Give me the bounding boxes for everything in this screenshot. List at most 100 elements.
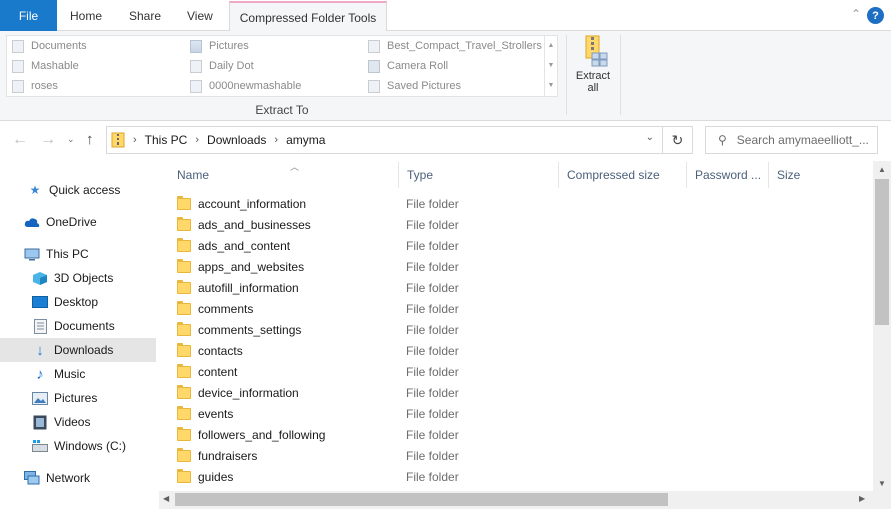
address-row: ← → ⌄ ↑ › This PC › Downloads › amyma ⌄ … (0, 121, 891, 161)
column-header-compressed-size[interactable]: Compressed size (559, 162, 687, 188)
nav-windows-c[interactable]: Windows (C:) (0, 434, 156, 458)
breadcrumb-separator-icon[interactable]: › (195, 134, 199, 146)
column-header-type[interactable]: Type (399, 162, 559, 188)
nav-onedrive[interactable]: OneDrive (0, 210, 156, 234)
gallery-down-arrow-icon[interactable]: ▼ (545, 56, 557, 76)
gallery-item-mashable[interactable]: Mashable (12, 56, 79, 76)
breadcrumb-separator-icon[interactable]: › (133, 134, 137, 146)
scrollbar-thumb[interactable] (175, 493, 668, 506)
tab-share[interactable]: Share (129, 0, 161, 31)
refresh-icon[interactable]: ↻ (662, 127, 692, 153)
nav-label: Quick access (49, 183, 121, 197)
gallery-item-pictures[interactable]: Pictures (190, 36, 249, 56)
scroll-left-arrow-icon[interactable]: ◀ (163, 494, 169, 503)
breadcrumb-separator-icon[interactable]: › (274, 134, 278, 146)
column-header-size[interactable]: Size (769, 162, 873, 188)
gallery-more-icon[interactable]: ▼ (545, 76, 557, 96)
folder-icon (177, 279, 191, 294)
ribbon-tabbar: File Home Share View Compressed Folder T… (0, 0, 891, 32)
nav-music[interactable]: ♪ Music (0, 362, 156, 386)
column-label: Compressed size (567, 168, 660, 182)
up-arrow-icon[interactable]: ↑ (86, 131, 94, 148)
document-icon (368, 39, 380, 53)
document-icon (32, 318, 48, 334)
gallery-item-documents[interactable]: Documents (12, 36, 87, 56)
back-arrow-icon[interactable]: ← (12, 131, 28, 149)
table-row[interactable]: contacts File folder (177, 340, 877, 361)
address-bar[interactable]: › This PC › Downloads › amyma ⌄ ↻ (106, 126, 693, 154)
table-row[interactable]: device_information File folder (177, 382, 877, 403)
table-row[interactable]: followers_and_following File folder (177, 424, 877, 445)
tab-view[interactable]: View (187, 0, 213, 31)
column-header-password[interactable]: Password ... (687, 162, 769, 188)
drive-icon (32, 439, 48, 453)
gallery-item-daily-dot[interactable]: Daily Dot (190, 56, 254, 76)
table-row[interactable]: fundraisers File folder (177, 445, 877, 466)
gallery-item-roses[interactable]: roses (12, 76, 58, 96)
column-header-name[interactable]: Name ︿ (169, 162, 399, 188)
extract-all-button[interactable]: Extract all (571, 35, 615, 99)
file-name: autofill_information (198, 280, 299, 295)
file-type: File folder (406, 238, 459, 253)
nav-3d-objects[interactable]: 3D Objects (0, 266, 156, 290)
gallery-item-label: Best_Compact_Travel_Strollers (387, 40, 542, 52)
table-row[interactable]: account_information File folder (177, 193, 877, 214)
nav-pictures[interactable]: Pictures (0, 386, 156, 410)
table-row[interactable]: comments_settings File folder (177, 319, 877, 340)
gallery-item-0000newmashable[interactable]: 0000newmashable (190, 76, 301, 96)
folder-icon (177, 405, 191, 420)
table-row[interactable]: events File folder (177, 403, 877, 424)
gallery-item-best-compact-travel-strollers[interactable]: Best_Compact_Travel_Strollers (368, 36, 542, 56)
nav-downloads[interactable]: ↓ Downloads (0, 338, 156, 362)
file-name: account_information (198, 196, 307, 211)
nav-desktop[interactable]: Desktop (0, 290, 156, 314)
document-icon (12, 79, 24, 93)
table-row[interactable]: guides File folder (177, 466, 877, 487)
breadcrumb-downloads[interactable]: Downloads (207, 133, 266, 147)
collapse-ribbon-icon[interactable]: ⌃ (851, 7, 861, 21)
nav-label: OneDrive (46, 215, 97, 229)
help-icon[interactable]: ? (867, 7, 884, 24)
nav-videos[interactable]: Videos (0, 410, 156, 434)
ribbon-divider (566, 35, 567, 115)
address-dropdown-icon[interactable]: ⌄ (646, 132, 654, 143)
file-name: comments (198, 301, 254, 316)
tab-home[interactable]: Home (70, 0, 102, 31)
tab-compressed-folder-tools[interactable]: Compressed Folder Tools (229, 1, 387, 32)
nav-this-pc[interactable]: This PC (0, 242, 156, 266)
nav-documents[interactable]: Documents (0, 314, 156, 338)
file-type: File folder (406, 469, 459, 484)
breadcrumb-this-pc[interactable]: This PC (145, 133, 188, 147)
ribbon: Documents Mashable roses Pictures Daily … (0, 31, 891, 121)
film-icon (32, 415, 48, 429)
nav-quick-access[interactable]: ★ Quick access (0, 178, 156, 202)
table-row[interactable]: content File folder (177, 361, 877, 382)
search-box[interactable]: ⚲ Search amymaeelliott_... (705, 126, 878, 154)
breadcrumb-amyma[interactable]: amyma (286, 133, 325, 147)
gallery-item-saved-pictures[interactable]: Saved Pictures (368, 76, 461, 96)
scroll-up-arrow-icon[interactable]: ▲ (873, 165, 891, 174)
table-row[interactable]: autofill_information File folder (177, 277, 877, 298)
scroll-right-arrow-icon[interactable]: ▶ (859, 494, 865, 503)
table-row[interactable]: ads_and_content File folder (177, 235, 877, 256)
folder-icon (177, 426, 191, 441)
gallery-up-arrow-icon[interactable]: ▲ (545, 36, 557, 56)
recent-locations-icon[interactable]: ⌄ (67, 134, 75, 145)
table-row[interactable]: ads_and_businesses File folder (177, 214, 877, 235)
nav-label: Documents (54, 319, 115, 333)
vertical-scrollbar[interactable]: ▲ ▼ (873, 161, 891, 492)
ribbon-divider (620, 35, 621, 115)
scrollbar-thumb[interactable] (875, 179, 889, 325)
table-row[interactable]: comments File folder (177, 298, 877, 319)
horizontal-scrollbar[interactable]: ◀ ▶ (159, 491, 873, 509)
nav-label: 3D Objects (54, 271, 114, 285)
search-input[interactable]: Search amymaeelliott_... (737, 133, 869, 147)
gallery-item-camera-roll[interactable]: Camera Roll (368, 56, 448, 76)
gallery-scroll[interactable]: ▲ ▼ ▼ (544, 36, 557, 96)
nav-label: Desktop (54, 295, 99, 309)
table-row[interactable]: apps_and_websites File folder (177, 256, 877, 277)
forward-arrow-icon[interactable]: → (40, 131, 56, 149)
scroll-down-arrow-icon[interactable]: ▼ (873, 479, 891, 488)
tab-file[interactable]: File (0, 0, 57, 31)
nav-network[interactable]: Network (0, 466, 156, 490)
